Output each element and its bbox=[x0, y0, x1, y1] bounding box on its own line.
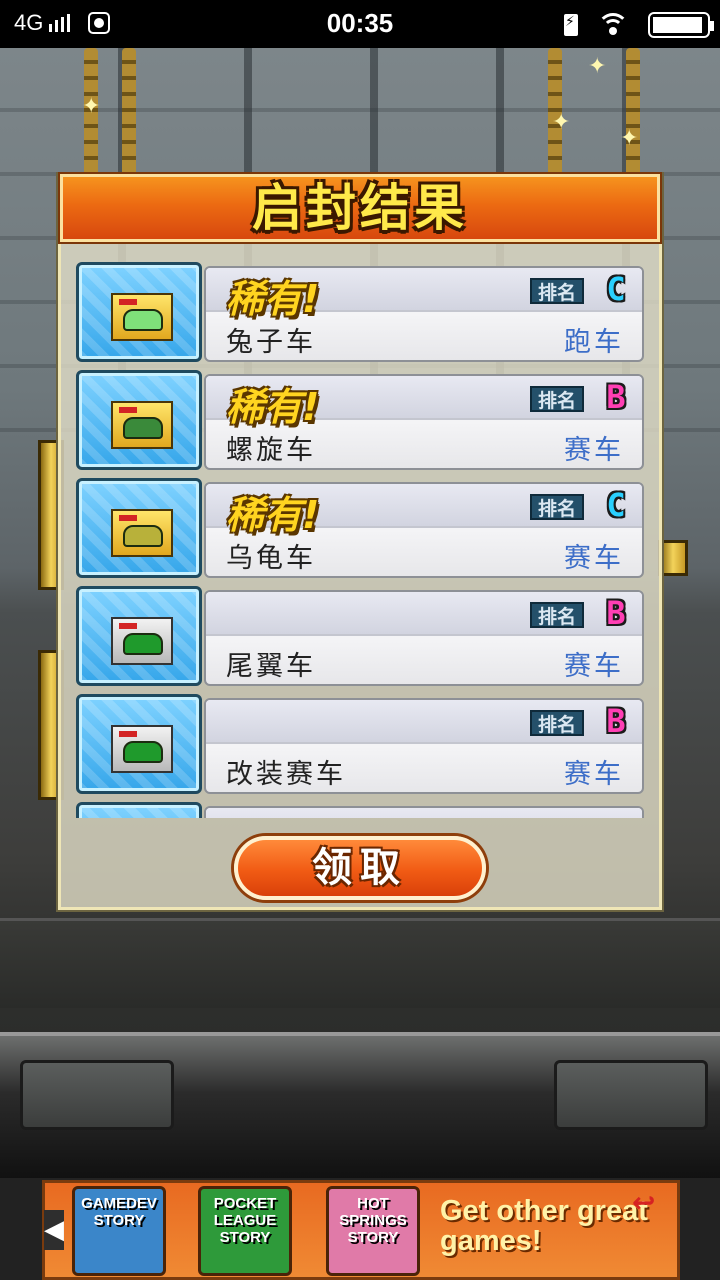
car-name: 兔子车 bbox=[226, 327, 316, 358]
item-info: 稀有! 排名 B 螺旋车 赛车 bbox=[204, 374, 644, 470]
left-menu-button[interactable] bbox=[20, 1060, 174, 1130]
list-item[interactable]: 排名 B 尾翼车 赛车 bbox=[76, 586, 644, 686]
item-info: 稀有! 排名 C 乌龟车 赛车 bbox=[204, 482, 644, 578]
rare-label: 稀有! bbox=[226, 385, 320, 429]
car-box-icon bbox=[111, 509, 173, 557]
result-list[interactable]: 稀有! 排名 C 兔子车 跑车 稀有! 排名 B 螺旋车 赛车 稀有! 排名 C… bbox=[76, 262, 646, 818]
battery-icon bbox=[648, 12, 714, 38]
car-name: 螺旋车 bbox=[226, 435, 316, 466]
car-type: 跑车 bbox=[564, 327, 624, 358]
rare-label: 稀有! bbox=[226, 493, 320, 537]
ad-prev-arrow-icon[interactable]: ◀ bbox=[44, 1210, 64, 1250]
item-thumbnail bbox=[76, 694, 202, 794]
sparkle-icon: ✦ bbox=[588, 54, 607, 79]
status-right bbox=[564, 12, 714, 38]
sparkle-icon: ✦ bbox=[552, 110, 571, 135]
rank-badge: B bbox=[606, 702, 626, 740]
status-bar: 4G 00:35 bbox=[0, 0, 720, 48]
item-thumbnail bbox=[76, 262, 202, 362]
charging-icon bbox=[564, 14, 578, 36]
battery-level bbox=[653, 17, 702, 33]
car-box-icon bbox=[111, 293, 173, 341]
rank-label: 排名 bbox=[530, 386, 585, 412]
car-box-icon bbox=[111, 617, 173, 665]
car-name: 尾翼车 bbox=[226, 651, 316, 682]
car-type: 赛车 bbox=[564, 543, 624, 574]
car-box-icon bbox=[111, 401, 173, 449]
garage-floor bbox=[0, 918, 720, 1008]
list-item[interactable]: 排名 B 改装赛车 赛车 bbox=[76, 694, 644, 794]
hanging-chain bbox=[626, 48, 640, 178]
rank-label: 排名 bbox=[530, 602, 585, 628]
list-item-partial[interactable] bbox=[76, 802, 644, 818]
car-name: 乌龟车 bbox=[226, 543, 316, 574]
ad-refresh-icon[interactable]: ↩ bbox=[632, 1188, 668, 1218]
ad-game-title: POCKET LEAGUE STORY bbox=[213, 1195, 277, 1246]
ad-game-title: GAMEDEV STORY bbox=[81, 1195, 157, 1229]
ad-game-pocket-league-story[interactable]: POCKET LEAGUE STORY bbox=[198, 1186, 292, 1276]
wifi-icon bbox=[596, 13, 630, 37]
car-name: 改装赛车 bbox=[226, 759, 346, 790]
dialog-title: 启封结果 bbox=[252, 179, 468, 237]
ad-game-gamedev-story[interactable]: GAMEDEV STORY bbox=[72, 1186, 166, 1276]
ad-game-hot-springs-story[interactable]: HOT SPRINGS STORY bbox=[326, 1186, 420, 1276]
rare-label: 稀有! bbox=[226, 277, 320, 321]
bottom-bar bbox=[0, 1032, 720, 1178]
item-info bbox=[204, 806, 644, 818]
rank-badge: C bbox=[606, 270, 626, 308]
rank-label: 排名 bbox=[530, 278, 585, 304]
rank-badge: C bbox=[606, 486, 626, 524]
list-item[interactable]: 稀有! 排名 C 兔子车 跑车 bbox=[76, 262, 644, 362]
sparkle-icon: ✦ bbox=[82, 94, 101, 119]
hanging-chain bbox=[122, 48, 136, 178]
trophy-pedestal bbox=[658, 540, 688, 576]
rank-badge: B bbox=[606, 594, 626, 632]
right-menu-button[interactable] bbox=[554, 1060, 708, 1130]
item-thumbnail bbox=[76, 370, 202, 470]
sparkle-icon: ✦ bbox=[620, 126, 639, 151]
car-box-icon bbox=[111, 725, 173, 773]
list-item[interactable]: 稀有! 排名 B 螺旋车 赛车 bbox=[76, 370, 644, 470]
rank-label: 排名 bbox=[530, 494, 585, 520]
car-type: 赛车 bbox=[564, 435, 624, 466]
car-type: 赛车 bbox=[564, 651, 624, 682]
item-thumbnail bbox=[76, 802, 202, 818]
item-info: 排名 B 尾翼车 赛车 bbox=[204, 590, 644, 686]
car-type: 赛车 bbox=[564, 759, 624, 790]
claim-button[interactable]: 领取 bbox=[234, 836, 486, 900]
ad-game-title: HOT SPRINGS STORY bbox=[339, 1195, 407, 1246]
list-item[interactable]: 稀有! 排名 C 乌龟车 赛车 bbox=[76, 478, 644, 578]
item-thumbnail bbox=[76, 586, 202, 686]
rank-badge: B bbox=[606, 378, 626, 416]
item-info: 排名 B 改装赛车 赛车 bbox=[204, 698, 644, 794]
rank-label: 排名 bbox=[530, 710, 585, 736]
item-thumbnail bbox=[76, 478, 202, 578]
item-info: 稀有! 排名 C 兔子车 跑车 bbox=[204, 266, 644, 362]
